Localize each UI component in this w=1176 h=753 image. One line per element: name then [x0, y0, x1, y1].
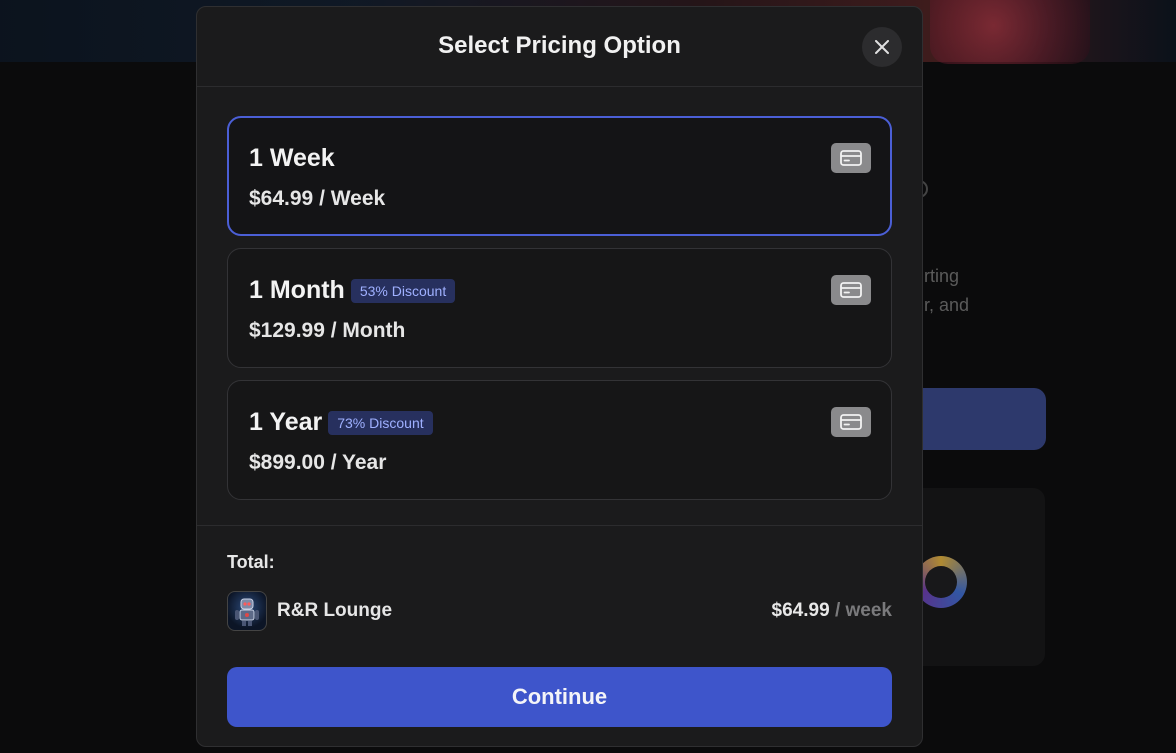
- order-summary: Total: R&R Lounge $64.99 / week Continue: [197, 525, 922, 746]
- option-header: 1 Year 73% Discount: [249, 408, 433, 437]
- option-price: $64.99 / Week: [249, 187, 386, 210]
- product-name: R&R Lounge: [277, 600, 393, 621]
- option-price: $129.99 / Month: [249, 319, 406, 342]
- product-avatar: [227, 591, 267, 631]
- option-name: 1 Week: [249, 144, 335, 172]
- pricing-modal: Select Pricing Option 1 Week $64.99 / We…: [196, 6, 923, 747]
- pricing-option-week[interactable]: 1 Week $64.99 / Week: [227, 116, 892, 236]
- robot-icon: [235, 598, 259, 626]
- price-amount: $64.99: [771, 600, 830, 621]
- option-name: 1 Year: [249, 408, 323, 436]
- modal-header: Select Pricing Option: [197, 7, 922, 87]
- background-banner-art: [930, 0, 1090, 64]
- pricing-option-year[interactable]: 1 Year 73% Discount $899.00 / Year: [227, 380, 892, 500]
- option-header: 1 Month 53% Discount: [249, 276, 456, 305]
- option-name: 1 Month: [249, 276, 345, 304]
- close-button[interactable]: [862, 27, 902, 67]
- modal-title: Select Pricing Option: [438, 31, 681, 59]
- product-row: R&R Lounge $64.99 / week: [227, 591, 892, 631]
- option-header: 1 Week: [249, 144, 335, 173]
- price-period: / week: [829, 600, 892, 621]
- credit-card-icon: [831, 143, 871, 173]
- background-text: rting: [924, 266, 960, 286]
- total-label: Total:: [227, 552, 275, 572]
- credit-card-icon: [831, 275, 871, 305]
- credit-card-icon: [831, 407, 871, 437]
- pricing-option-month[interactable]: 1 Month 53% Discount $129.99 / Month: [227, 248, 892, 368]
- continue-button[interactable]: Continue: [227, 667, 892, 727]
- product-price: $64.99 / week: [772, 600, 892, 622]
- pricing-options: 1 Week $64.99 / Week 1 Month 53% Discoun…: [197, 87, 922, 500]
- close-icon: [875, 40, 889, 54]
- background-text: r, and: [924, 295, 970, 315]
- discount-badge: 53% Discount: [350, 278, 456, 303]
- discount-badge: 73% Discount: [328, 410, 433, 435]
- option-price: $899.00 / Year: [249, 451, 387, 474]
